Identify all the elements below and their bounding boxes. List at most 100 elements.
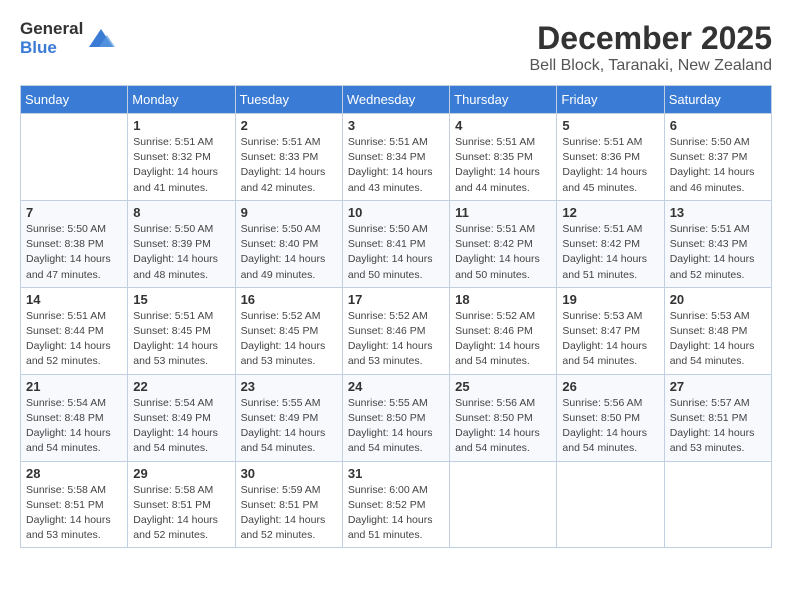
- calendar-table: SundayMondayTuesdayWednesdayThursdayFrid…: [20, 85, 772, 548]
- calendar-week-row: 28 Sunrise: 5:58 AM Sunset: 8:51 PM Dayli…: [21, 461, 772, 548]
- col-header-wednesday: Wednesday: [342, 86, 449, 114]
- day-info: Sunrise: 5:55 AM Sunset: 8:50 PM Dayligh…: [348, 396, 444, 457]
- day-number: 26: [562, 379, 658, 394]
- day-info: Sunrise: 5:50 AM Sunset: 8:39 PM Dayligh…: [133, 222, 229, 283]
- day-number: 18: [455, 292, 551, 307]
- day-number: 3: [348, 118, 444, 133]
- calendar-cell: 14 Sunrise: 5:51 AM Sunset: 8:44 PM Dayli…: [21, 287, 128, 374]
- day-number: 7: [26, 205, 122, 220]
- day-info: Sunrise: 5:55 AM Sunset: 8:49 PM Dayligh…: [241, 396, 337, 457]
- day-info: Sunrise: 5:51 AM Sunset: 8:35 PM Dayligh…: [455, 135, 551, 196]
- day-number: 31: [348, 466, 444, 481]
- col-header-tuesday: Tuesday: [235, 86, 342, 114]
- calendar-cell: 17 Sunrise: 5:52 AM Sunset: 8:46 PM Dayli…: [342, 287, 449, 374]
- calendar-header-row: SundayMondayTuesdayWednesdayThursdayFrid…: [21, 86, 772, 114]
- day-info: Sunrise: 5:51 AM Sunset: 8:32 PM Dayligh…: [133, 135, 229, 196]
- day-info: Sunrise: 5:53 AM Sunset: 8:48 PM Dayligh…: [670, 309, 766, 370]
- logo: General Blue: [20, 20, 115, 57]
- day-info: Sunrise: 5:51 AM Sunset: 8:42 PM Dayligh…: [562, 222, 658, 283]
- calendar-cell: 9Sunrise: 5:50 AM Sunset: 8:40 PM Daylig…: [235, 200, 342, 287]
- calendar-cell: 24 Sunrise: 5:55 AM Sunset: 8:50 PM Dayli…: [342, 374, 449, 461]
- day-number: 20: [670, 292, 766, 307]
- day-info: Sunrise: 5:50 AM Sunset: 8:38 PM Dayligh…: [26, 222, 122, 283]
- day-number: 17: [348, 292, 444, 307]
- logo-general: General: [20, 20, 83, 39]
- day-info: Sunrise: 5:54 AM Sunset: 8:49 PM Dayligh…: [133, 396, 229, 457]
- day-info: Sunrise: 5:56 AM Sunset: 8:50 PM Dayligh…: [455, 396, 551, 457]
- calendar-cell: [557, 461, 664, 548]
- day-info: Sunrise: 5:50 AM Sunset: 8:37 PM Dayligh…: [670, 135, 766, 196]
- day-number: 19: [562, 292, 658, 307]
- day-info: Sunrise: 5:53 AM Sunset: 8:47 PM Dayligh…: [562, 309, 658, 370]
- day-info: Sunrise: 5:51 AM Sunset: 8:43 PM Dayligh…: [670, 222, 766, 283]
- calendar-cell: 28 Sunrise: 5:58 AM Sunset: 8:51 PM Dayli…: [21, 461, 128, 548]
- day-number: 11: [455, 205, 551, 220]
- col-header-thursday: Thursday: [450, 86, 557, 114]
- day-info: Sunrise: 5:52 AM Sunset: 8:45 PM Dayligh…: [241, 309, 337, 370]
- calendar-cell: 10Sunrise: 5:50 AM Sunset: 8:41 PM Dayli…: [342, 200, 449, 287]
- calendar-cell: 22Sunrise: 5:54 AM Sunset: 8:49 PM Dayli…: [128, 374, 235, 461]
- calendar-cell: 29Sunrise: 5:58 AM Sunset: 8:51 PM Dayli…: [128, 461, 235, 548]
- day-info: Sunrise: 5:51 AM Sunset: 8:36 PM Dayligh…: [562, 135, 658, 196]
- calendar-cell: 25 Sunrise: 5:56 AM Sunset: 8:50 PM Dayli…: [450, 374, 557, 461]
- calendar-cell: 11Sunrise: 5:51 AM Sunset: 8:42 PM Dayli…: [450, 200, 557, 287]
- day-number: 13: [670, 205, 766, 220]
- calendar-cell: [21, 114, 128, 201]
- day-number: 25: [455, 379, 551, 394]
- logo-icon: [87, 25, 115, 53]
- title-area: December 2025 Bell Block, Taranaki, New …: [530, 20, 773, 75]
- day-number: 1: [133, 118, 229, 133]
- day-number: 16: [241, 292, 337, 307]
- day-info: Sunrise: 5:58 AM Sunset: 8:51 PM Dayligh…: [133, 483, 229, 544]
- calendar-cell: 2Sunrise: 5:51 AM Sunset: 8:33 PM Daylig…: [235, 114, 342, 201]
- day-number: 15: [133, 292, 229, 307]
- logo-blue: Blue: [20, 39, 83, 58]
- day-number: 4: [455, 118, 551, 133]
- day-info: Sunrise: 5:51 AM Sunset: 8:45 PM Dayligh…: [133, 309, 229, 370]
- calendar-week-row: 7 Sunrise: 5:50 AM Sunset: 8:38 PM Daylig…: [21, 200, 772, 287]
- day-info: Sunrise: 5:51 AM Sunset: 8:44 PM Dayligh…: [26, 309, 122, 370]
- day-info: Sunrise: 5:50 AM Sunset: 8:41 PM Dayligh…: [348, 222, 444, 283]
- day-info: Sunrise: 5:50 AM Sunset: 8:40 PM Dayligh…: [241, 222, 337, 283]
- day-info: Sunrise: 5:51 AM Sunset: 8:34 PM Dayligh…: [348, 135, 444, 196]
- calendar-cell: 20 Sunrise: 5:53 AM Sunset: 8:48 PM Dayli…: [664, 287, 771, 374]
- calendar-week-row: 1 Sunrise: 5:51 AM Sunset: 8:32 PM Daylig…: [21, 114, 772, 201]
- location-title: Bell Block, Taranaki, New Zealand: [530, 57, 773, 75]
- day-info: Sunrise: 5:56 AM Sunset: 8:50 PM Dayligh…: [562, 396, 658, 457]
- calendar-cell: [450, 461, 557, 548]
- col-header-saturday: Saturday: [664, 86, 771, 114]
- calendar-cell: 19 Sunrise: 5:53 AM Sunset: 8:47 PM Dayli…: [557, 287, 664, 374]
- calendar-cell: 12 Sunrise: 5:51 AM Sunset: 8:42 PM Dayli…: [557, 200, 664, 287]
- day-number: 24: [348, 379, 444, 394]
- calendar-cell: 8 Sunrise: 5:50 AM Sunset: 8:39 PM Daylig…: [128, 200, 235, 287]
- day-info: Sunrise: 5:52 AM Sunset: 8:46 PM Dayligh…: [348, 309, 444, 370]
- day-number: 30: [241, 466, 337, 481]
- calendar-cell: 7 Sunrise: 5:50 AM Sunset: 8:38 PM Daylig…: [21, 200, 128, 287]
- day-number: 12: [562, 205, 658, 220]
- calendar-cell: 26 Sunrise: 5:56 AM Sunset: 8:50 PM Dayli…: [557, 374, 664, 461]
- calendar-cell: 1 Sunrise: 5:51 AM Sunset: 8:32 PM Daylig…: [128, 114, 235, 201]
- month-title: December 2025: [530, 20, 773, 57]
- calendar-week-row: 21Sunrise: 5:54 AM Sunset: 8:48 PM Dayli…: [21, 374, 772, 461]
- day-number: 27: [670, 379, 766, 394]
- calendar-cell: 6 Sunrise: 5:50 AM Sunset: 8:37 PM Daylig…: [664, 114, 771, 201]
- day-number: 5: [562, 118, 658, 133]
- calendar-cell: 21Sunrise: 5:54 AM Sunset: 8:48 PM Dayli…: [21, 374, 128, 461]
- day-number: 8: [133, 205, 229, 220]
- day-info: Sunrise: 5:58 AM Sunset: 8:51 PM Dayligh…: [26, 483, 122, 544]
- day-number: 14: [26, 292, 122, 307]
- day-info: Sunrise: 5:59 AM Sunset: 8:51 PM Dayligh…: [241, 483, 337, 544]
- calendar-cell: 18 Sunrise: 5:52 AM Sunset: 8:46 PM Dayli…: [450, 287, 557, 374]
- calendar-cell: 31Sunrise: 6:00 AM Sunset: 8:52 PM Dayli…: [342, 461, 449, 548]
- day-info: Sunrise: 5:52 AM Sunset: 8:46 PM Dayligh…: [455, 309, 551, 370]
- calendar-week-row: 14 Sunrise: 5:51 AM Sunset: 8:44 PM Dayli…: [21, 287, 772, 374]
- day-number: 6: [670, 118, 766, 133]
- day-info: Sunrise: 5:51 AM Sunset: 8:33 PM Dayligh…: [241, 135, 337, 196]
- col-header-monday: Monday: [128, 86, 235, 114]
- day-number: 28: [26, 466, 122, 481]
- day-info: Sunrise: 5:57 AM Sunset: 8:51 PM Dayligh…: [670, 396, 766, 457]
- calendar-cell: 15 Sunrise: 5:51 AM Sunset: 8:45 PM Dayli…: [128, 287, 235, 374]
- calendar-cell: 16 Sunrise: 5:52 AM Sunset: 8:45 PM Dayli…: [235, 287, 342, 374]
- calendar-cell: 13 Sunrise: 5:51 AM Sunset: 8:43 PM Dayli…: [664, 200, 771, 287]
- calendar-cell: [664, 461, 771, 548]
